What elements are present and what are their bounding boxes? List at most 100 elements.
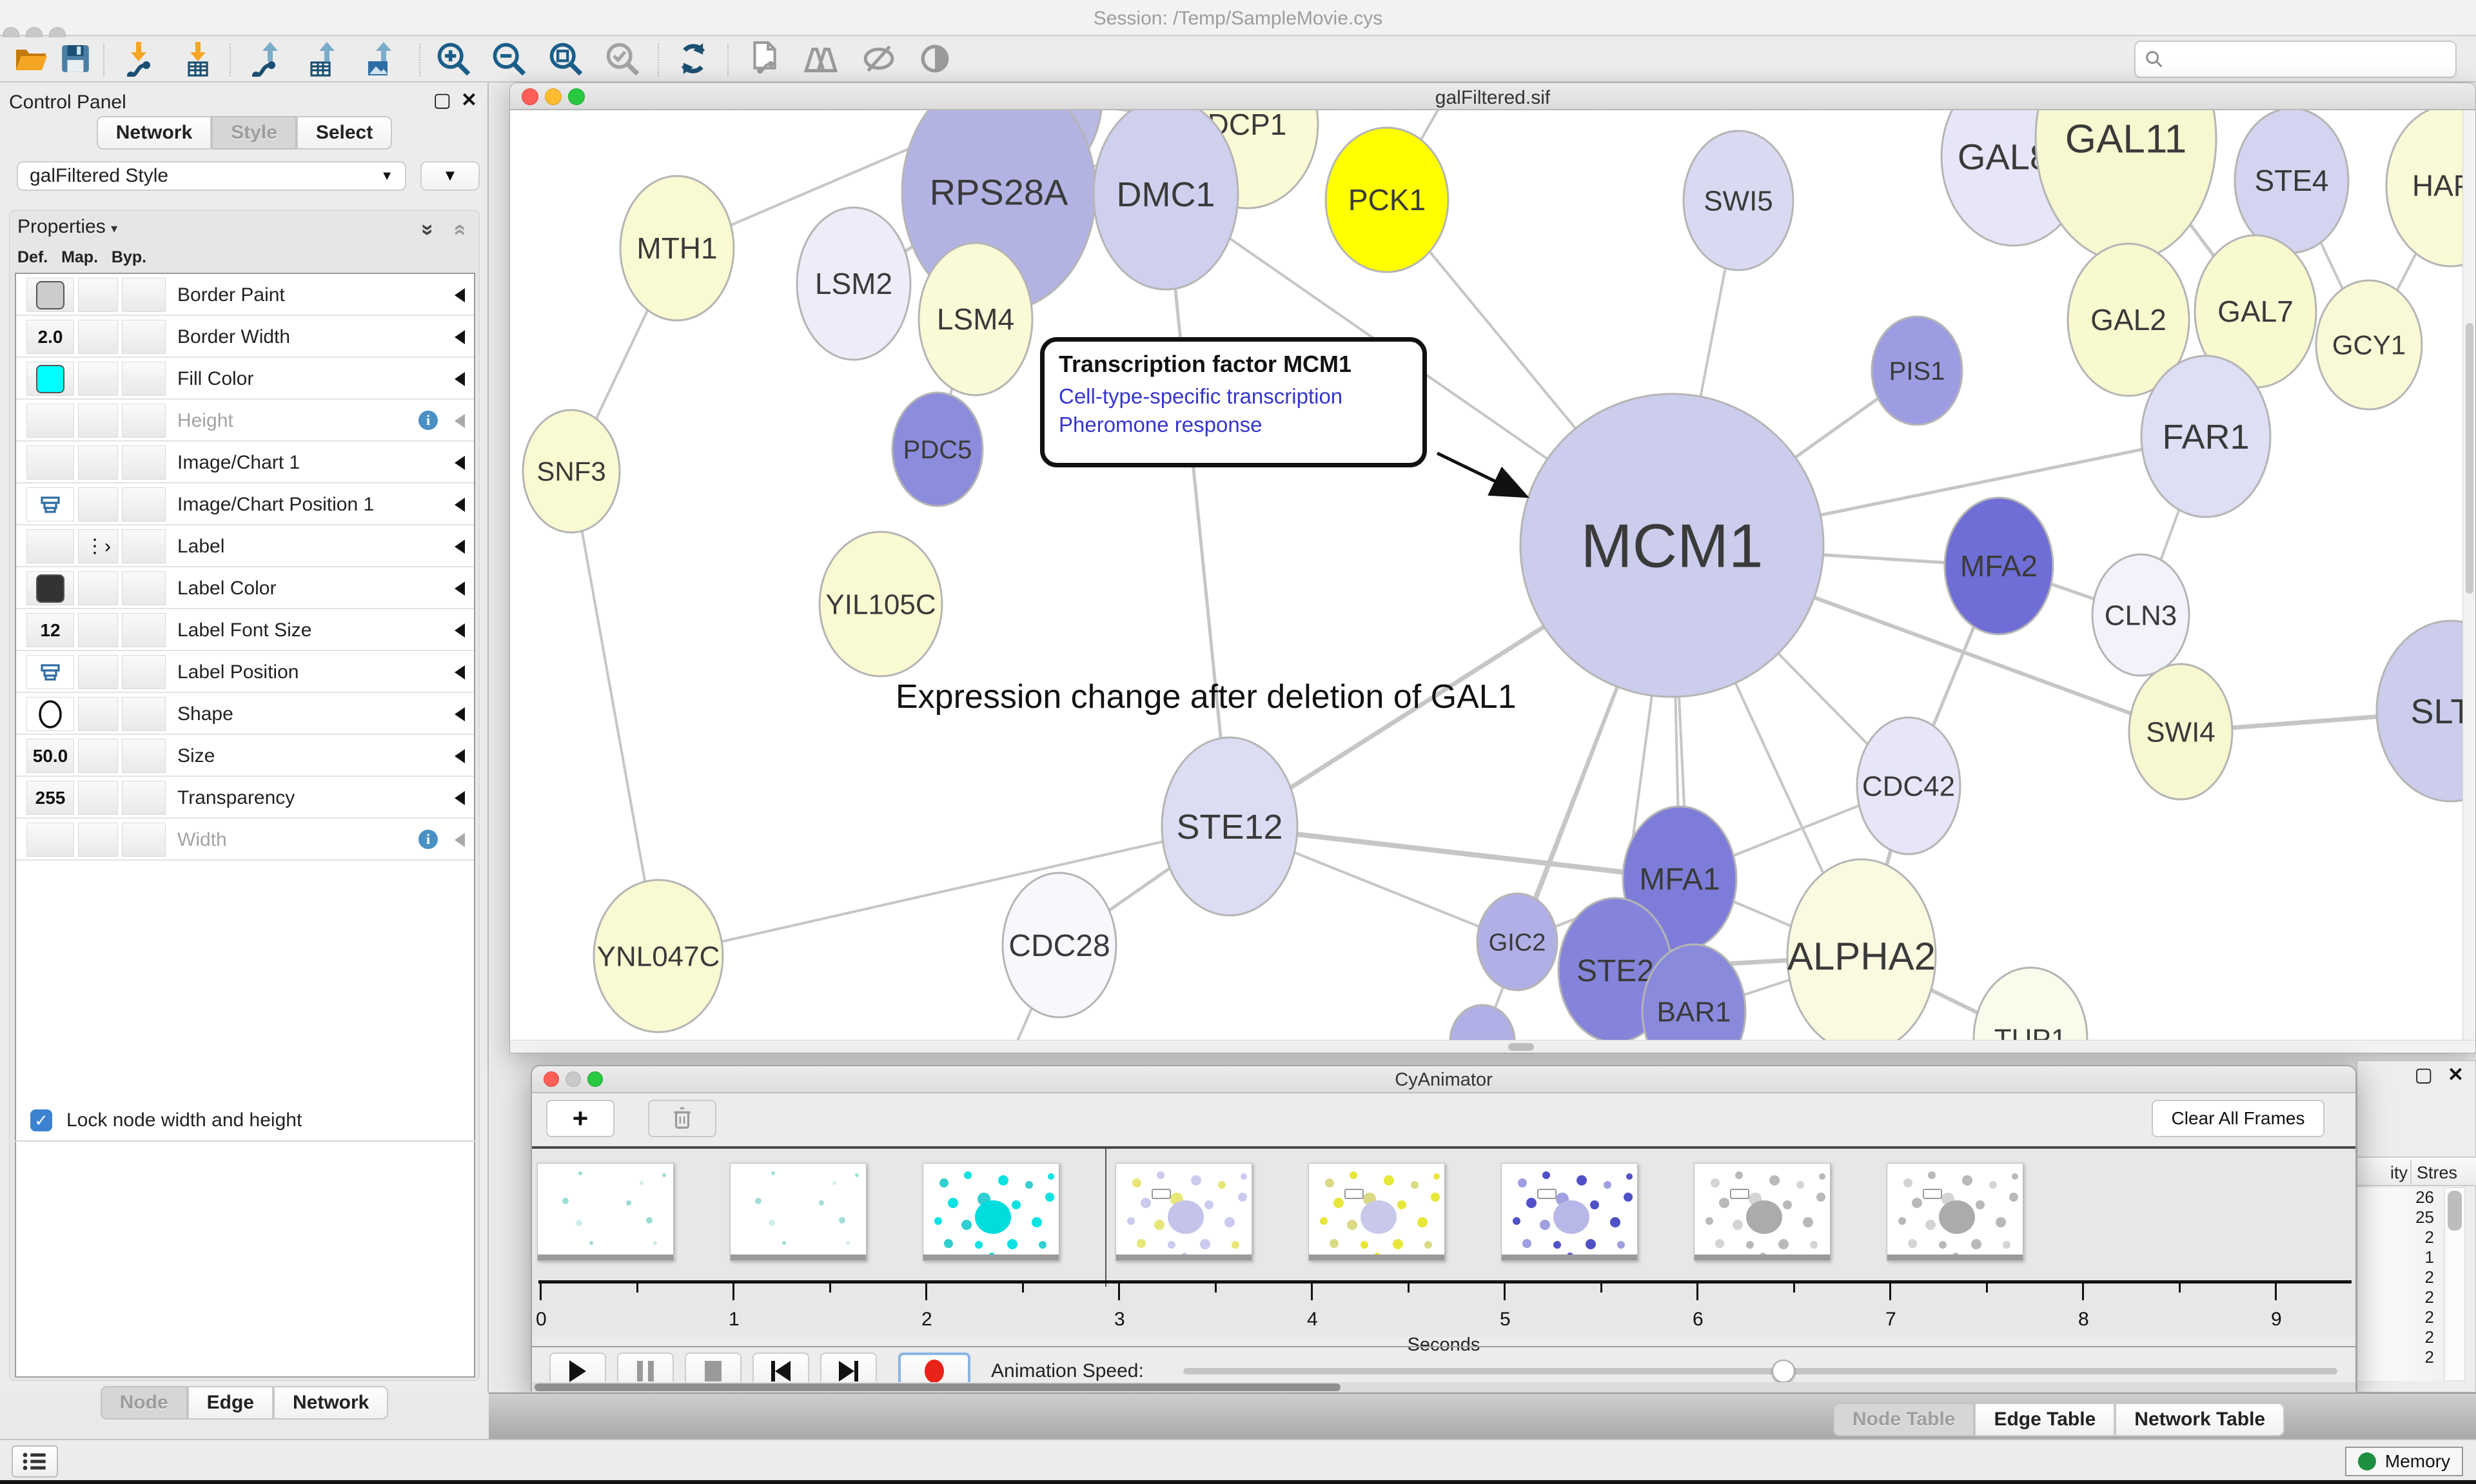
info-icon[interactable]: i [418, 830, 438, 849]
table-cell-value[interactable]: 2 [2357, 1227, 2443, 1247]
delete-frame-button[interactable] [648, 1100, 716, 1137]
timeline-frame-7[interactable] [1887, 1163, 2023, 1261]
timeline-frame-2[interactable] [923, 1163, 1059, 1261]
table-column-ity[interactable]: ity [2357, 1163, 2408, 1183]
node-TUP1[interactable]: TUP1 [1974, 968, 2087, 1041]
expand-row-icon[interactable] [455, 288, 465, 302]
chevron-down-icon[interactable]: ▾ [111, 222, 117, 236]
node-CDC28[interactable]: CDC28 [1003, 873, 1116, 1017]
bypass-cell[interactable] [122, 697, 166, 731]
duplicate-network-button[interactable] [742, 41, 787, 79]
cyanimator-scrollbar[interactable] [532, 1382, 2355, 1392]
default-value-cell[interactable] [26, 529, 74, 563]
default-value-cell[interactable]: 2.0 [26, 320, 74, 354]
node-ALPHA2[interactable]: ALPHA2 [1787, 859, 1936, 1041]
bypass-cell[interactable] [122, 613, 166, 647]
search-input[interactable] [2165, 49, 2455, 70]
bypass-cell[interactable] [122, 278, 166, 312]
memory-indicator[interactable]: Memory [2345, 1447, 2463, 1476]
bypass-cell[interactable] [122, 445, 166, 480]
mapping-cell[interactable] [78, 739, 118, 773]
bypass-cell[interactable] [122, 487, 166, 522]
table-scrollbar[interactable] [2444, 1187, 2465, 1381]
property-row-label-font-size[interactable]: 12Label Font Size [16, 609, 474, 651]
show-panels-button[interactable] [12, 1445, 58, 1478]
style-selector[interactable]: galFiltered Style ▼ [17, 161, 406, 191]
table-cell-value[interactable]: 2 [2357, 1327, 2443, 1347]
node-MCM1[interactable]: MCM1 [1520, 394, 1823, 697]
mapping-cell[interactable] [78, 487, 118, 522]
timeline-frame-5[interactable] [1501, 1163, 1638, 1261]
table-cell-value[interactable]: 1 [2357, 1247, 2443, 1267]
default-value-cell[interactable] [26, 697, 74, 731]
default-value-cell[interactable] [26, 823, 74, 857]
expand-row-icon[interactable] [455, 707, 465, 721]
mapping-cell[interactable] [78, 362, 118, 396]
table-cell-value[interactable]: 2 [2357, 1267, 2443, 1287]
mapping-cell[interactable] [78, 613, 118, 647]
default-value-cell[interactable]: 12 [26, 613, 74, 647]
default-value-cell[interactable] [26, 571, 74, 605]
mapping-cell[interactable] [78, 823, 118, 857]
expand-row-icon[interactable] [455, 540, 465, 554]
node-SWI4[interactable]: SWI4 [2129, 664, 2232, 799]
bypass-cell[interactable] [122, 781, 166, 815]
zoom-selected-button[interactable] [600, 41, 645, 79]
import-network-button[interactable] [116, 41, 161, 79]
mapping-cell[interactable] [78, 655, 118, 689]
property-row-label-color[interactable]: Label Color [16, 567, 474, 609]
node-LSM2[interactable]: LSM2 [797, 208, 910, 360]
export-image-button[interactable] [359, 41, 404, 79]
property-row-transparency[interactable]: 255Transparency [16, 777, 474, 819]
bypass-cell[interactable] [122, 362, 166, 396]
node-CLN3[interactable]: CLN3 [2092, 554, 2189, 676]
table-cell-value[interactable]: 2 [2357, 1347, 2443, 1367]
node-PDC5[interactable]: PDC5 [892, 393, 983, 506]
expand-row-icon[interactable] [455, 665, 465, 679]
property-row-image-chart-1[interactable]: Image/Chart 1 [16, 442, 474, 483]
cyanimator-timeline[interactable]: 0123456789 Seconds [532, 1149, 2355, 1337]
property-row-size[interactable]: 50.0Size [16, 735, 474, 777]
expand-row-icon[interactable] [455, 330, 465, 344]
network-horizontal-scrollbar[interactable] [510, 1040, 2475, 1053]
info-icon[interactable]: i [418, 411, 438, 430]
clear-all-frames-button[interactable]: Clear All Frames [2152, 1100, 2324, 1137]
network-vertical-scrollbar[interactable] [2462, 110, 2475, 1041]
edge-STE12-YNL047C[interactable] [658, 826, 1230, 956]
lock-node-size-checkbox[interactable]: ✓ [30, 1109, 52, 1131]
network-canvas[interactable]: RPS28BDCP1RPS28ADMC1PCK1SWI5GAL80GAL11ST… [510, 110, 2475, 1041]
expand-row-icon[interactable] [455, 791, 465, 805]
table-panel-close-icon[interactable]: ✕ [2448, 1064, 2464, 1086]
tab-style[interactable]: Style [211, 116, 297, 150]
export-network-button[interactable] [245, 41, 290, 79]
panel-tab-node[interactable]: Node [101, 1386, 188, 1420]
table-cell-value[interactable]: 2 [2357, 1287, 2443, 1307]
property-row-width[interactable]: Widthi [16, 819, 474, 861]
annotation-link[interactable]: Pheromone response [1059, 413, 1408, 437]
network-window-titlebar[interactable]: galFiltered.sif [510, 83, 2475, 110]
node-STE4[interactable]: STE4 [2235, 110, 2348, 253]
node-SLT2[interactable]: SLT2 [2377, 621, 2475, 801]
timeline-frame-4[interactable] [1308, 1163, 1445, 1261]
expand-row-icon[interactable] [455, 581, 465, 596]
bypass-cell[interactable] [122, 571, 166, 605]
expand-row-icon[interactable] [455, 833, 465, 847]
node-FAR1[interactable]: FAR1 [2141, 356, 2270, 517]
mapping-cell[interactable] [78, 697, 118, 731]
bypass-cell[interactable] [122, 404, 166, 438]
timeline-frame-0[interactable] [537, 1163, 674, 1261]
node-PIS1[interactable]: PIS1 [1872, 317, 1962, 425]
table-cell-value[interactable]: 25 [2357, 1207, 2443, 1227]
node-PN1[interactable] [1450, 1005, 1515, 1041]
node-DMC1[interactable]: DMC1 [1094, 110, 1238, 289]
table-cell-value[interactable]: 2 [2357, 1307, 2443, 1327]
refresh-button[interactable] [671, 41, 716, 79]
add-frame-button[interactable]: + [546, 1100, 614, 1137]
style-options-button[interactable]: ▼ [420, 161, 480, 191]
cyanimator-titlebar[interactable]: CyAnimator [532, 1066, 2355, 1093]
property-row-label-position[interactable]: Label Position [16, 651, 474, 693]
mapping-cell[interactable] [78, 781, 118, 815]
bypass-cell[interactable] [122, 739, 166, 773]
expand-all-icon[interactable]: » [415, 224, 440, 236]
bypass-cell[interactable] [122, 655, 166, 689]
